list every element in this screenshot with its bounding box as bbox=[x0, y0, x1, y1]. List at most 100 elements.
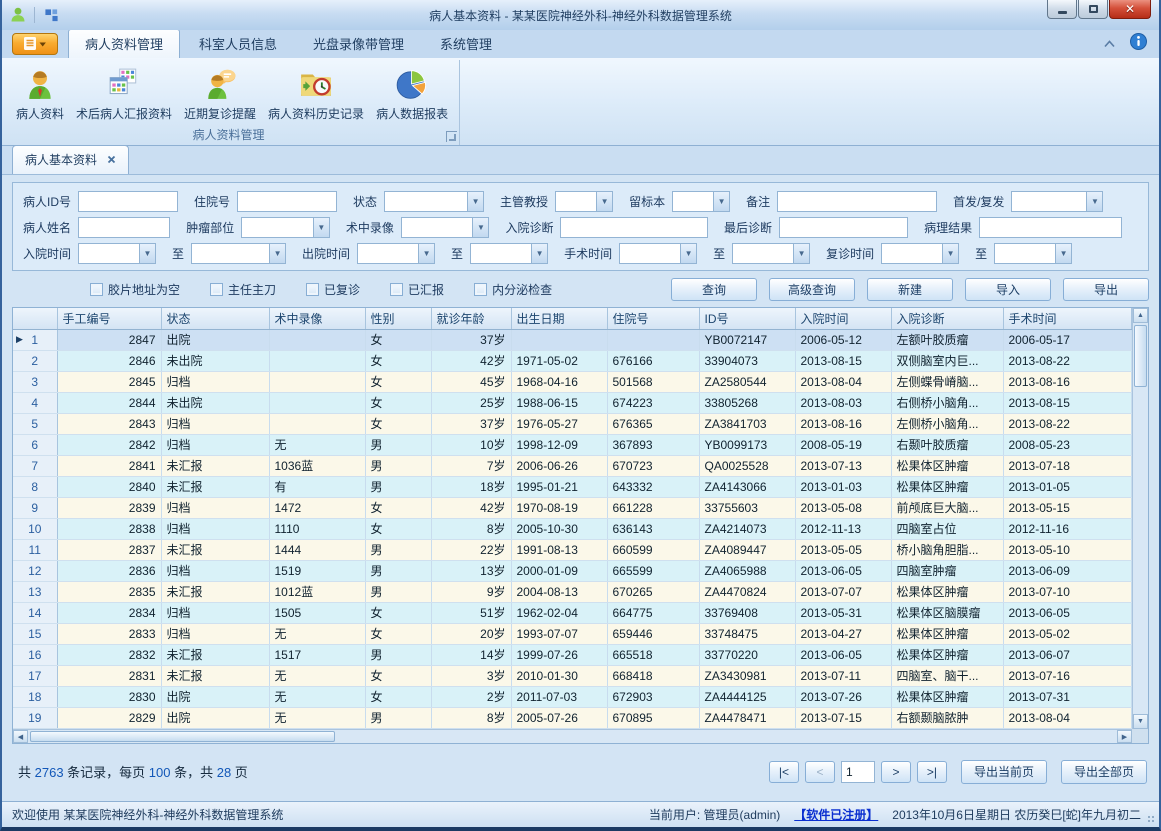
ribbon-tab-patient-data-management[interactable]: 病人资料管理 bbox=[68, 29, 180, 58]
dialog-launcher-icon[interactable] bbox=[446, 131, 457, 142]
cell[interactable]: 有 bbox=[269, 476, 365, 497]
row-indicator[interactable]: 15 bbox=[13, 623, 57, 644]
cell[interactable]: 女 bbox=[365, 497, 431, 518]
row-indicator[interactable]: ▶1 bbox=[13, 329, 57, 350]
table-row-16[interactable]: 162832未汇报1517男14岁1999-07-266655183377022… bbox=[13, 644, 1132, 665]
application-menu-button[interactable] bbox=[12, 33, 58, 55]
cell[interactable]: 1988-06-15 bbox=[511, 392, 607, 413]
cell[interactable]: 25岁 bbox=[431, 392, 511, 413]
cell[interactable]: 2837 bbox=[57, 539, 161, 560]
table-row-15[interactable]: 152833归档无女20岁1993-07-0765944633748475201… bbox=[13, 623, 1132, 644]
cell[interactable]: 男 bbox=[365, 707, 431, 728]
table-row-9[interactable]: 92839归档1472女42岁1970-08-19661228337556032… bbox=[13, 497, 1132, 518]
first-page-button[interactable]: |< bbox=[769, 761, 799, 783]
cell[interactable]: 643332 bbox=[607, 476, 699, 497]
patient-history-button[interactable]: 病人资料历史记录 bbox=[262, 63, 370, 124]
cell[interactable]: 无 bbox=[269, 665, 365, 686]
cell[interactable]: 男 bbox=[365, 560, 431, 581]
export-current-page-button[interactable]: 导出当前页 bbox=[961, 760, 1047, 784]
cell[interactable]: 左侧蝶骨嵴脑... bbox=[891, 371, 1003, 392]
cell[interactable]: 42岁 bbox=[431, 497, 511, 518]
endocrine-exam-checkbox[interactable]: 内分泌检查 bbox=[474, 281, 552, 298]
cell[interactable]: 661228 bbox=[607, 497, 699, 518]
cell[interactable]: ZA4214073 bbox=[699, 518, 795, 539]
cell[interactable]: 松果体区肿瘤 bbox=[891, 644, 1003, 665]
cell[interactable]: 2013-06-05 bbox=[1003, 602, 1132, 623]
cell[interactable]: 37岁 bbox=[431, 329, 511, 350]
cell[interactable]: 670895 bbox=[607, 707, 699, 728]
chief-surgeon-checkbox[interactable]: 主任主刀 bbox=[210, 281, 276, 298]
chevron-down-icon[interactable]: ▼ bbox=[467, 192, 483, 211]
cell[interactable]: 女 bbox=[365, 623, 431, 644]
cell[interactable]: 2008-05-23 bbox=[1003, 434, 1132, 455]
chevron-down-icon[interactable]: ▼ bbox=[713, 192, 729, 211]
patient-data-button[interactable]: 病人资料 bbox=[10, 63, 70, 124]
column-header-4[interactable]: 术中录像 bbox=[269, 308, 365, 329]
row-indicator[interactable]: 16 bbox=[13, 644, 57, 665]
text-field-1-6[interactable] bbox=[777, 191, 937, 212]
cell[interactable] bbox=[269, 350, 365, 371]
ribbon-tab-disc-tape-management[interactable]: 光盘录像带管理 bbox=[296, 29, 421, 58]
table-row-18[interactable]: 182830出院无女2岁2011-07-03672903ZA4444125201… bbox=[13, 686, 1132, 707]
cell[interactable]: 2833 bbox=[57, 623, 161, 644]
cell[interactable]: 松果体区肿瘤 bbox=[891, 581, 1003, 602]
table-row-14[interactable]: 142834归档1505女51岁1962-02-0466477533769408… bbox=[13, 602, 1132, 623]
cell[interactable]: 2846 bbox=[57, 350, 161, 371]
cell[interactable]: 四脑室肿瘤 bbox=[891, 560, 1003, 581]
cell[interactable] bbox=[269, 392, 365, 413]
combo-field-1-5[interactable]: ▼ bbox=[672, 191, 730, 212]
cell[interactable]: 1472 bbox=[269, 497, 365, 518]
cell[interactable]: 1999-07-26 bbox=[511, 644, 607, 665]
row-indicator[interactable]: 18 bbox=[13, 686, 57, 707]
combo-field-3-6[interactable]: ▼ bbox=[732, 243, 810, 264]
cell[interactable]: 2013-07-26 bbox=[795, 686, 891, 707]
cell[interactable]: 2836 bbox=[57, 560, 161, 581]
cell[interactable]: 2013-07-07 bbox=[795, 581, 891, 602]
cell[interactable]: ZA3430981 bbox=[699, 665, 795, 686]
cell[interactable] bbox=[511, 329, 607, 350]
combo-field-3-4[interactable]: ▼ bbox=[470, 243, 548, 264]
chevron-down-icon[interactable]: ▼ bbox=[793, 244, 809, 263]
cell[interactable]: 665599 bbox=[607, 560, 699, 581]
cell[interactable]: 女 bbox=[365, 518, 431, 539]
cell[interactable]: QA0025528 bbox=[699, 455, 795, 476]
cell[interactable]: 2013-07-31 bbox=[1003, 686, 1132, 707]
cell[interactable]: 松果体区脑膜瘤 bbox=[891, 602, 1003, 623]
column-header-6[interactable]: 就诊年龄 bbox=[431, 308, 511, 329]
minimize-button[interactable] bbox=[1047, 0, 1077, 19]
cell[interactable]: 37岁 bbox=[431, 413, 511, 434]
column-header-8[interactable]: 住院号 bbox=[607, 308, 699, 329]
cell[interactable]: 2013-06-05 bbox=[795, 560, 891, 581]
column-header-2[interactable]: 手工编号 bbox=[57, 308, 161, 329]
cell[interactable]: 636143 bbox=[607, 518, 699, 539]
cell[interactable]: 松果体区肿瘤 bbox=[891, 455, 1003, 476]
software-registered-link[interactable]: 【软件已注册】 bbox=[794, 806, 878, 823]
cell[interactable]: ZA2580544 bbox=[699, 371, 795, 392]
import-button[interactable]: 导入 bbox=[965, 278, 1051, 301]
cell[interactable]: 2013-07-18 bbox=[1003, 455, 1132, 476]
cell[interactable]: 2844 bbox=[57, 392, 161, 413]
cell[interactable]: ZA3841703 bbox=[699, 413, 795, 434]
cell[interactable]: 2843 bbox=[57, 413, 161, 434]
cell[interactable]: 2013-06-05 bbox=[795, 644, 891, 665]
column-header-5[interactable]: 性别 bbox=[365, 308, 431, 329]
cell[interactable]: 1036蓝 bbox=[269, 455, 365, 476]
scroll-down-icon[interactable]: ▼ bbox=[1133, 714, 1148, 729]
cell[interactable]: 672903 bbox=[607, 686, 699, 707]
text-field-2-6[interactable] bbox=[979, 217, 1122, 238]
cell[interactable]: ZA4143066 bbox=[699, 476, 795, 497]
cell[interactable]: 无 bbox=[269, 623, 365, 644]
table-row-2[interactable]: 22846未出院女42岁1971-05-02676166339040732013… bbox=[13, 350, 1132, 371]
cell[interactable] bbox=[269, 413, 365, 434]
cell[interactable]: 桥小脑角胆脂... bbox=[891, 539, 1003, 560]
cell[interactable]: 出院 bbox=[161, 329, 269, 350]
cell[interactable]: 501568 bbox=[607, 371, 699, 392]
cell[interactable]: 未汇报 bbox=[161, 581, 269, 602]
row-indicator[interactable]: 14 bbox=[13, 602, 57, 623]
cell[interactable]: 2013-08-22 bbox=[1003, 413, 1132, 434]
info-icon[interactable] bbox=[1130, 33, 1147, 55]
vertical-scrollbar[interactable]: ▲ ▼ bbox=[1132, 308, 1148, 729]
new-button[interactable]: 新建 bbox=[867, 278, 953, 301]
cell[interactable]: 33770220 bbox=[699, 644, 795, 665]
cell[interactable]: 2010-01-30 bbox=[511, 665, 607, 686]
